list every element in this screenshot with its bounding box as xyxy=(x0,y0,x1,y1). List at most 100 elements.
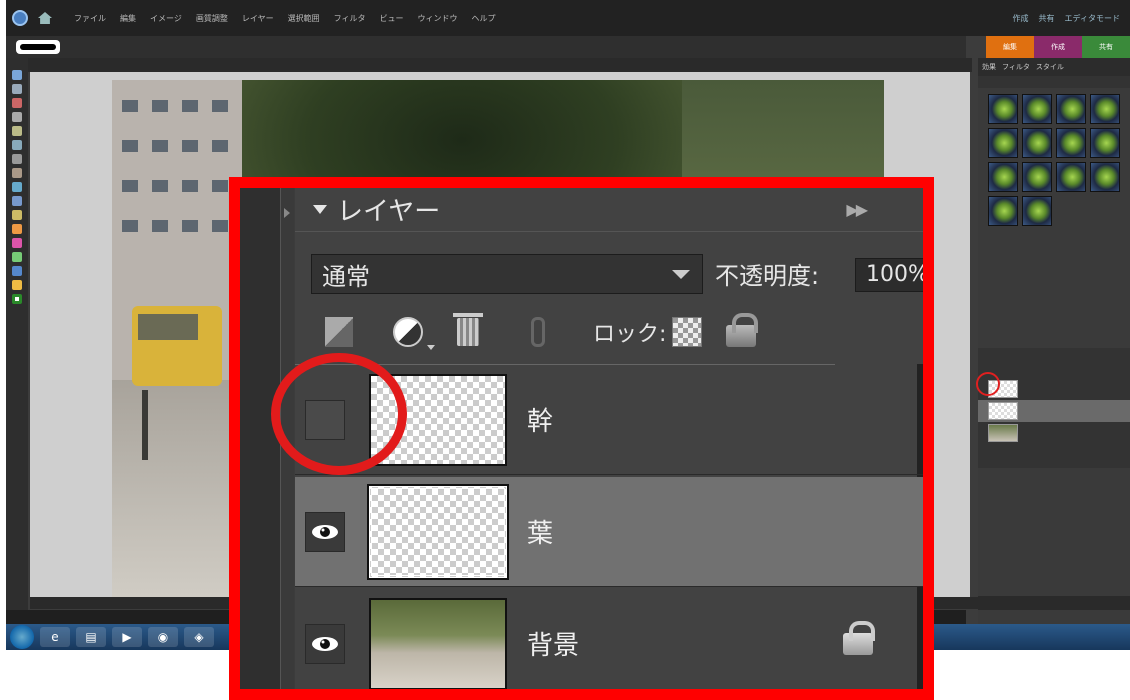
lock-icon xyxy=(843,620,875,655)
app-taskbar-icon[interactable]: ◉ xyxy=(148,627,178,647)
tab-effects[interactable]: 効果 xyxy=(982,62,996,72)
type-tool-icon[interactable] xyxy=(12,154,22,164)
mini-layer-row[interactable] xyxy=(978,378,1130,400)
mini-layer-thumbnail xyxy=(988,402,1018,420)
eraser-tool-icon[interactable] xyxy=(12,238,22,248)
effect-thumbnail[interactable] xyxy=(988,94,1018,124)
lock-all-icon[interactable] xyxy=(726,313,759,347)
effect-thumbnail[interactable] xyxy=(1090,128,1120,158)
menu-help[interactable]: ヘルプ xyxy=(471,13,495,24)
right-panel-bin: 効果 フィルタ スタイル xyxy=(976,58,1130,624)
chevron-down-icon xyxy=(672,269,690,279)
lock-label: ロック: xyxy=(593,322,667,347)
tab-create[interactable]: 作成 xyxy=(1034,36,1082,58)
eye-icon[interactable] xyxy=(305,511,345,552)
effect-thumbnail[interactable] xyxy=(988,128,1018,158)
marquee-tool-icon[interactable] xyxy=(12,112,22,122)
menu-layer[interactable]: レイヤー xyxy=(242,13,274,24)
menu-edit[interactable]: 編集 xyxy=(120,13,136,24)
opacity-field[interactable]: 100% xyxy=(855,258,923,292)
editor-mode-menu[interactable]: エディタモード xyxy=(1065,13,1120,24)
paint-bucket-tool-icon[interactable] xyxy=(12,252,22,262)
effect-thumbnail[interactable] xyxy=(1022,128,1052,158)
tab-share[interactable]: 共有 xyxy=(1082,36,1130,58)
blend-mode-select[interactable]: 通常 xyxy=(311,254,703,294)
blend-mode-value: 通常 xyxy=(322,262,370,291)
layer-row-leaves[interactable]: 葉 xyxy=(295,477,923,587)
trash-icon[interactable] xyxy=(453,313,483,346)
home-icon[interactable] xyxy=(38,12,52,24)
crop-tool-icon[interactable] xyxy=(12,168,22,178)
panel-menu-icon[interactable]: ▶▶ xyxy=(846,200,868,219)
menu-file[interactable]: ファイル xyxy=(74,13,106,24)
eyedropper-tool-icon[interactable] xyxy=(12,98,22,108)
menu-view[interactable]: ビュー xyxy=(379,13,403,24)
effect-thumbnail[interactable] xyxy=(1056,162,1086,192)
tab-edit[interactable]: 編集 xyxy=(986,36,1034,58)
new-layer-icon[interactable] xyxy=(325,317,353,347)
main-menu: ファイル 編集 イメージ 画質調整 レイヤー 選択範囲 フィルタ ビュー ウィン… xyxy=(74,13,495,24)
mini-layer-row[interactable] xyxy=(978,400,1130,422)
menu-enhance[interactable]: 画質調整 xyxy=(196,13,228,24)
link-layers-icon[interactable] xyxy=(531,317,545,347)
menu-select[interactable]: 選択範囲 xyxy=(288,13,320,24)
menu-bar: ファイル 編集 イメージ 画質調整 レイヤー 選択範囲 フィルタ ビュー ウィン… xyxy=(6,0,1130,36)
menu-image[interactable]: イメージ xyxy=(150,13,182,24)
effect-thumbnail[interactable] xyxy=(988,162,1018,192)
tab-styles[interactable]: スタイル xyxy=(1036,62,1064,72)
lasso-tool-icon[interactable] xyxy=(12,126,22,136)
color-swatch-icon[interactable] xyxy=(12,294,22,304)
red-eye-tool-icon[interactable] xyxy=(12,196,22,206)
panel-title: レイヤー xyxy=(337,197,441,227)
expand-arrow-icon[interactable] xyxy=(284,208,290,218)
share-menu[interactable]: 共有 xyxy=(1039,13,1055,24)
layers-panel-header: レイヤー ▶▶ xyxy=(295,188,923,232)
lock-transparency-icon[interactable] xyxy=(672,317,703,347)
layer-name[interactable]: 葉 xyxy=(527,513,553,550)
menu-filter[interactable]: フィルタ xyxy=(334,13,366,24)
layer-name[interactable]: 幹 xyxy=(527,401,553,438)
create-menu[interactable]: 作成 xyxy=(1013,13,1029,24)
zoom-tool-icon[interactable] xyxy=(12,70,22,80)
mini-layer-row[interactable] xyxy=(978,422,1130,444)
browser-taskbar-icon[interactable]: e xyxy=(40,627,70,647)
effect-thumbnail[interactable] xyxy=(1090,162,1120,192)
effect-thumbnail[interactable] xyxy=(1056,128,1086,158)
photo-post xyxy=(142,390,148,460)
quick-selection-tool-icon[interactable] xyxy=(12,140,22,150)
mode-tabs: 編集 作成 共有 xyxy=(986,36,1130,58)
effect-thumbnail[interactable] xyxy=(1022,94,1052,124)
eye-icon[interactable] xyxy=(305,623,345,664)
effect-thumbnail[interactable] xyxy=(1022,196,1052,226)
explorer-taskbar-icon[interactable]: ▤ xyxy=(76,627,106,647)
menu-window[interactable]: ウィンドウ xyxy=(417,13,457,24)
effect-thumbnail[interactable] xyxy=(988,196,1018,226)
layer-name[interactable]: 背景 xyxy=(527,625,579,662)
layer-row-background[interactable]: 背景 xyxy=(295,589,923,689)
start-button-icon[interactable] xyxy=(10,625,34,649)
media-player-taskbar-icon[interactable]: ▶ xyxy=(112,627,142,647)
hand-tool-icon[interactable] xyxy=(12,84,22,94)
shape-tool-icon[interactable] xyxy=(12,280,22,290)
brush-preset-icon[interactable] xyxy=(16,40,60,54)
effect-thumbnail[interactable] xyxy=(1022,162,1052,192)
document-tab[interactable] xyxy=(12,58,972,72)
tab-filters[interactable]: フィルタ xyxy=(1002,62,1030,72)
layer-thumbnail xyxy=(369,597,507,689)
app-taskbar-icon[interactable]: ◈ xyxy=(184,627,214,647)
mini-layer-thumbnail xyxy=(988,424,1018,442)
gradient-tool-icon[interactable] xyxy=(12,266,22,276)
brush-tool-icon[interactable] xyxy=(12,224,22,234)
cookie-cutter-tool-icon[interactable] xyxy=(12,182,22,192)
mini-layers-header xyxy=(978,348,1130,360)
adjustment-layer-icon[interactable] xyxy=(393,317,435,350)
mini-highlight-circle xyxy=(976,372,1000,396)
menubar-right: 作成 共有 エディタモード xyxy=(1013,13,1120,24)
photo-truck xyxy=(132,306,222,386)
opacity-label: 不透明度: xyxy=(715,262,820,290)
effect-thumbnail[interactable] xyxy=(1056,94,1086,124)
spot-healing-tool-icon[interactable] xyxy=(12,210,22,220)
collapse-triangle-icon[interactable] xyxy=(313,205,327,214)
tool-options-bar xyxy=(6,36,966,58)
effect-thumbnail[interactable] xyxy=(1090,94,1120,124)
